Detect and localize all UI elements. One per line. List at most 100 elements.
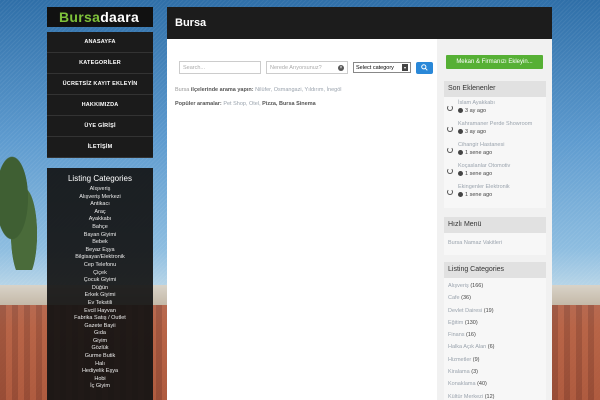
loading-icon xyxy=(447,105,453,111)
background-tree xyxy=(0,150,40,270)
district-search-line: Bursa ilçelerinde arama yapın: Nilüfer, … xyxy=(175,87,342,93)
recent-item-date-row: 1 sene ago xyxy=(458,191,546,200)
recent-item-date: 1 sene ago xyxy=(465,171,493,177)
left-category-item[interactable]: Ayakkabı xyxy=(47,216,153,224)
right-category-item[interactable]: Finans (16) xyxy=(444,329,546,341)
keyword-search-input[interactable]: Search... xyxy=(179,61,261,74)
left-category-item[interactable]: Gıda xyxy=(47,330,153,338)
left-category-item[interactable]: Bahçe xyxy=(47,224,153,232)
popular-links-plain[interactable]: Pet Shop, Otel, xyxy=(223,101,260,107)
right-category-item[interactable]: Kültür Merkezi (12) xyxy=(444,391,546,400)
right-category-item[interactable]: Hizmetler (9) xyxy=(444,354,546,366)
right-category-item[interactable]: Halka Açık Alan (6) xyxy=(444,341,546,353)
quick-menu-link[interactable]: Bursa Namaz Vakitleri xyxy=(444,235,546,251)
right-category-item[interactable]: Kiralama (3) xyxy=(444,366,546,378)
recent-item-name[interactable]: Koçaslanlar Otomotiv xyxy=(458,162,546,170)
page-title: Bursa xyxy=(167,7,552,44)
recent-item-date-row: 1 sene ago xyxy=(458,149,546,158)
right-category-item[interactable]: Devlet Dairesi (19) xyxy=(444,305,546,317)
location-placeholder: Nerede Arıyorsunuz? xyxy=(270,64,322,71)
left-category-item[interactable]: Araç xyxy=(47,209,153,217)
left-category-item[interactable]: İç Giyim xyxy=(47,383,153,391)
search-bar: Search... Nerede Arıyorsunuz? × Select c… xyxy=(179,61,433,74)
recent-item[interactable]: Ekingenler Elektronik 1 sene ago xyxy=(444,183,546,204)
main-menu: ANASAYFA KATEGORİLER ÜCRETSİZ KAYIT EKLE… xyxy=(47,32,153,158)
district-label: ilçelerinde arama yapın: xyxy=(190,87,254,93)
popular-links-bold[interactable]: Pizza, Bursa Sinema xyxy=(262,101,316,107)
right-category-name[interactable]: Cafe xyxy=(448,295,460,301)
search-icon xyxy=(421,64,428,71)
left-category-item[interactable]: Beyaz Eşya xyxy=(47,247,153,255)
menu-item-kayit[interactable]: ÜCRETSİZ KAYIT EKLEYİN xyxy=(47,74,153,95)
recent-item-date-row: 3 ay ago xyxy=(458,128,546,137)
search-button[interactable] xyxy=(416,61,433,74)
clear-icon[interactable]: × xyxy=(338,65,344,71)
category-select[interactable]: Select category ▾ xyxy=(353,62,411,73)
right-category-name[interactable]: Halka Açık Alan xyxy=(448,344,486,350)
left-category-item[interactable]: Düğün xyxy=(47,285,153,293)
left-category-item[interactable]: Çiçek xyxy=(47,270,153,278)
left-category-item[interactable]: Bilgisayar/Elektronik xyxy=(47,254,153,262)
recent-list: İslam Ayakkabı 3 ay ago Kahramaner Perde S… xyxy=(444,97,546,208)
left-category-item[interactable]: Evcil Hayvan xyxy=(47,308,153,316)
right-category-count: (6) xyxy=(487,344,495,351)
left-category-item[interactable]: Hediyelik Eşya xyxy=(47,368,153,376)
left-category-item[interactable]: Antikacı xyxy=(47,201,153,209)
left-category-item[interactable]: Bayan Giyimi xyxy=(47,232,153,240)
recent-item[interactable]: İslam Ayakkabı 3 ay ago xyxy=(444,99,546,120)
recent-item-date: 3 ay ago xyxy=(465,129,487,135)
recent-item[interactable]: Kahramaner Perde Showroom 3 ay ago xyxy=(444,120,546,141)
left-category-item[interactable]: Bebek xyxy=(47,239,153,247)
left-categories-list: Alışveriş Alışveriş Merkezi Antikacı Araç Ay… xyxy=(47,186,153,391)
right-category-name[interactable]: Kiralama xyxy=(448,369,470,375)
right-category-name[interactable]: Hizmetler xyxy=(448,357,471,363)
left-category-item[interactable]: Gazete Bayii xyxy=(47,323,153,331)
left-category-item[interactable]: Ev Tekstili xyxy=(47,300,153,308)
menu-item-kategoriler[interactable]: KATEGORİLER xyxy=(47,53,153,74)
right-category-count: (9) xyxy=(472,356,480,363)
left-category-item[interactable]: Giyim xyxy=(47,338,153,346)
site-logo[interactable]: Bursa daara xyxy=(47,7,153,27)
left-category-item[interactable]: Gözlük xyxy=(47,345,153,353)
right-category-name[interactable]: Kültür Merkezi xyxy=(448,394,483,400)
clock-icon xyxy=(458,149,463,155)
left-categories-widget: Listing Categories Alışveriş Alışveriş Me… xyxy=(47,168,153,400)
left-category-item[interactable]: Çocuk Giyimi xyxy=(47,277,153,285)
right-category-name[interactable]: Alışveriş xyxy=(448,283,469,289)
recent-item-date: 1 sene ago xyxy=(465,192,493,198)
left-category-item[interactable]: Erkek Giyimi xyxy=(47,292,153,300)
location-search-input[interactable]: Nerede Arıyorsunuz? × xyxy=(266,61,348,74)
right-category-name[interactable]: Eğitim xyxy=(448,320,463,326)
left-category-item[interactable]: Fabrika Satış / Outlet xyxy=(47,315,153,323)
quick-menu-title: Hızlı Menü xyxy=(444,217,546,233)
right-category-item[interactable]: Konaklama (40) xyxy=(444,378,546,390)
right-category-count: (16) xyxy=(466,332,476,339)
menu-item-hakkimizda[interactable]: HAKKIMIZDA xyxy=(47,95,153,116)
recent-item[interactable]: Koçaslanlar Otomotiv 1 sene ago xyxy=(444,162,546,183)
menu-item-anasayfa[interactable]: ANASAYFA xyxy=(47,32,153,53)
left-category-item[interactable]: Gurme Butik xyxy=(47,353,153,361)
menu-item-iletisim[interactable]: İLETİŞİM xyxy=(47,137,153,158)
recent-item-name[interactable]: Cihangir Hastanesi xyxy=(458,141,546,149)
right-category-name[interactable]: Devlet Dairesi xyxy=(448,308,482,314)
popular-label: Popüler aramalar: xyxy=(175,101,222,107)
add-business-button[interactable]: Mekan & Firmanızı Ekleyin... xyxy=(446,55,543,69)
left-category-item[interactable]: Alışveriş Merkezi xyxy=(47,194,153,202)
left-category-item[interactable]: Cep Telefonu xyxy=(47,262,153,270)
right-category-name[interactable]: Finans xyxy=(448,332,465,338)
right-category-item[interactable]: Cafe (36) xyxy=(444,292,546,304)
left-category-item[interactable]: Alışveriş xyxy=(47,186,153,194)
right-category-name[interactable]: Konaklama xyxy=(448,381,476,387)
recent-item-name[interactable]: Ekingenler Elektronik xyxy=(458,183,546,191)
left-category-item[interactable]: Halı xyxy=(47,361,153,369)
recent-item[interactable]: Cihangir Hastanesi 1 sene ago xyxy=(444,141,546,162)
right-category-item[interactable]: Alışveriş (166) xyxy=(444,280,546,292)
district-links[interactable]: Nilüfer, Osmangazi, Yıldırım, İnegöl xyxy=(255,87,341,93)
left-categories-title: Listing Categories xyxy=(67,174,133,183)
clock-icon xyxy=(458,170,463,176)
menu-item-uye-girisi[interactable]: ÜYE GİRİŞİ xyxy=(47,116,153,137)
right-category-item[interactable]: Eğitim (130) xyxy=(444,317,546,329)
loading-icon xyxy=(447,147,453,153)
recent-item-name[interactable]: Kahramaner Perde Showroom xyxy=(458,120,546,128)
recent-item-name[interactable]: İslam Ayakkabı xyxy=(458,99,546,107)
